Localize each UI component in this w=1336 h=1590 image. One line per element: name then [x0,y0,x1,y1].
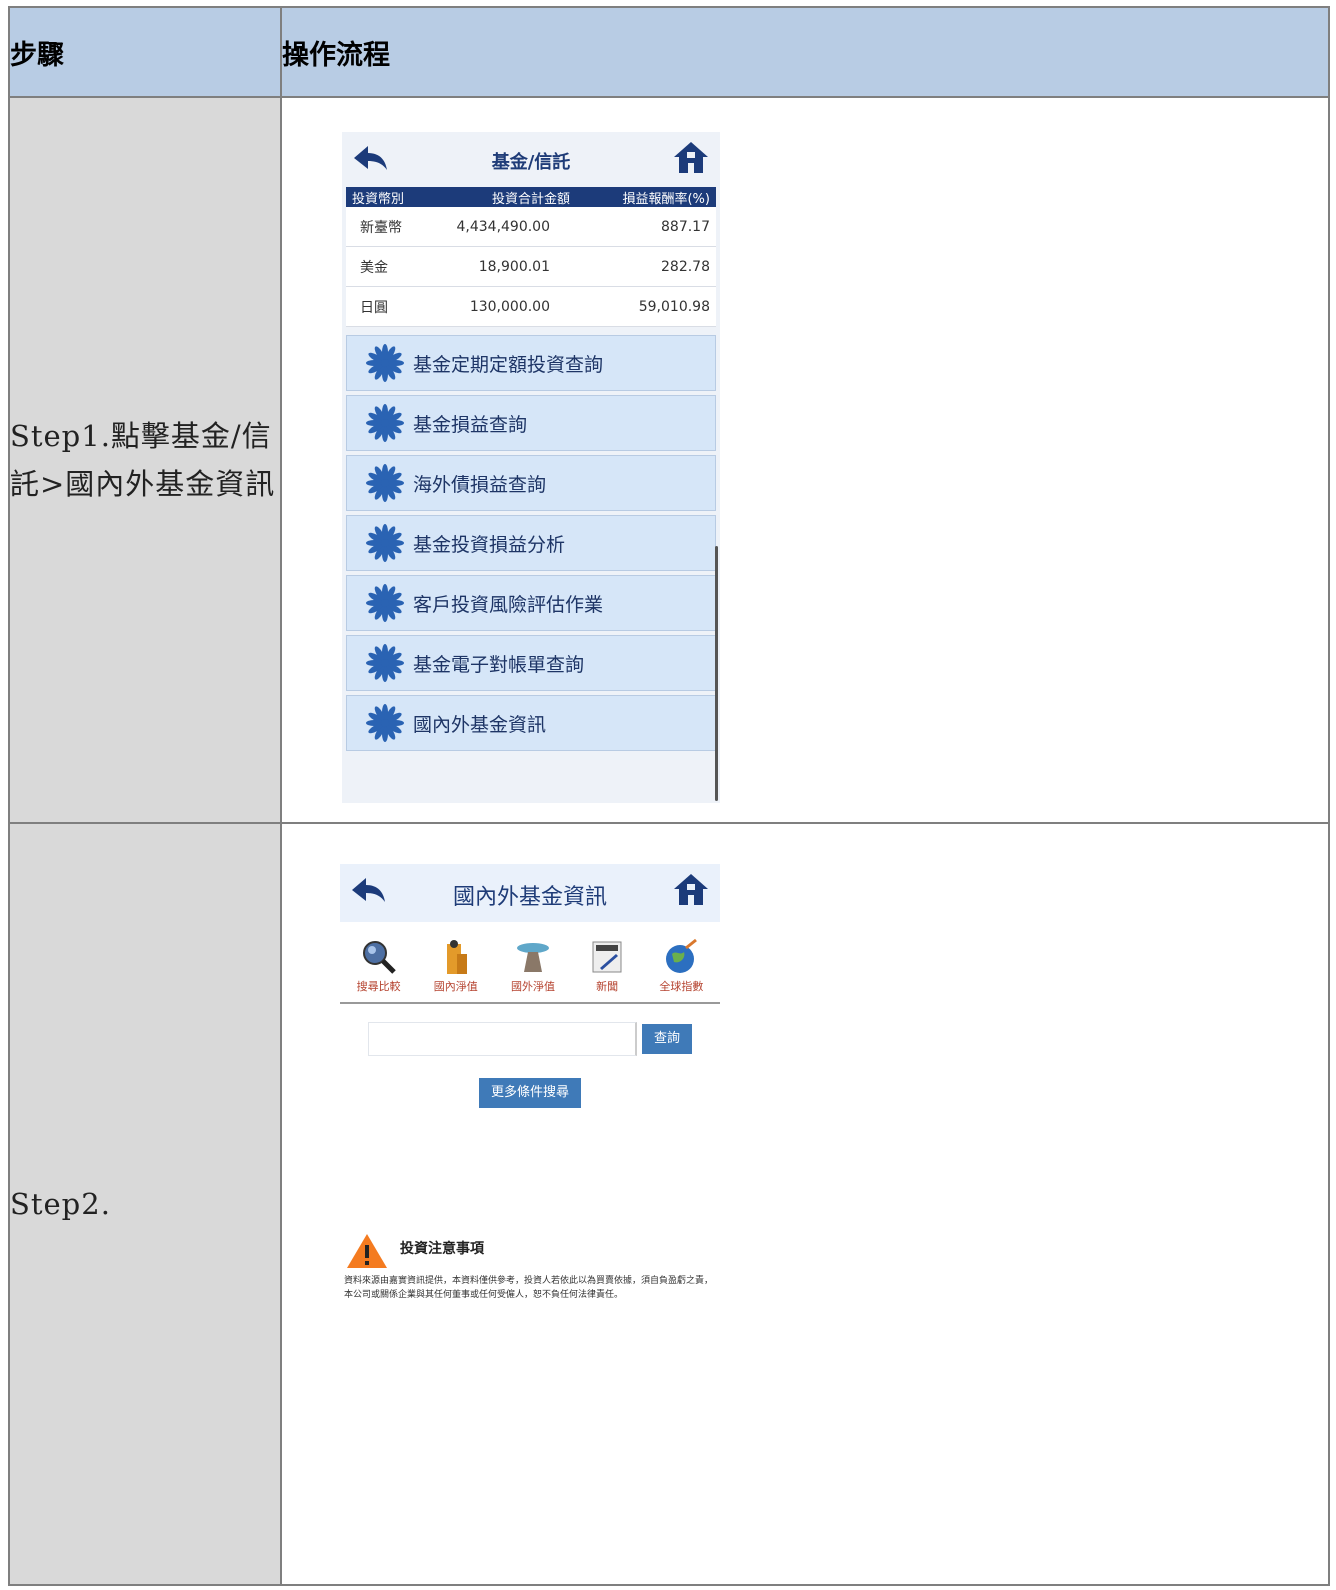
tab-label: 國外淨值 [510,980,555,993]
bank-logo-icon [366,644,404,682]
menu-item[interactable]: 基金電子對帳單查詢 [346,635,716,691]
screen-topbar: 基金/信託 [342,132,720,187]
step1-content: 基金/信託 投資幣別 投資合計金額 損益報酬率(%) 新臺幣 4,434,490… [280,96,1330,824]
tab-label: 全球指數 [659,980,704,993]
tab-news[interactable]: 新聞 [588,938,626,994]
step2-row: Step2. 國內外基金資訊 搜尋比較 國內淨值 國外淨值 新聞 全球指數 查詢… [8,822,1330,1586]
col-return: 損益報酬率(%) [622,191,710,207]
col-amount: 投資合計金額 [491,191,570,207]
header-flow: 操作流程 [280,6,1330,98]
globe-icon [666,938,698,973]
cell-currency: 美金 [360,259,388,276]
home-icon[interactable] [672,872,710,908]
cell-currency: 新臺幣 [360,219,402,236]
step1-label: Step1.點擊基金/信託>國內外基金資訊 [8,96,282,824]
query-button[interactable]: 查詢 [642,1024,692,1054]
menu-item-label: 基金損益查詢 [413,413,528,436]
bank-logo-icon [366,524,404,562]
building-icon [446,940,467,974]
tab-search-compare[interactable]: 搜尋比較 [357,938,401,994]
magnifier-icon [362,941,396,974]
cell-amount: 18,900.01 [478,258,550,275]
menu-item[interactable]: 海外債損益查詢 [346,455,716,511]
cell-amount: 130,000.00 [469,298,550,315]
warning-icon [347,1234,387,1268]
table-row: 日圓 130,000.00 59,010.98 [346,287,716,327]
table-row: 新臺幣 4,434,490.00 887.17 [346,207,716,247]
step1-row: Step1.點擊基金/信託>國內外基金資訊 基金/信託 投資幣別 投資合計金額 … [8,96,1330,824]
menu-item-label: 國內外基金資訊 [413,713,547,736]
tab-foreign-nav[interactable]: 國外淨值 [511,938,555,994]
tab-domestic-nav[interactable]: 國內淨值 [434,938,478,994]
menu-item[interactable]: 基金定期定額投資查詢 [346,335,716,391]
tab-label: 新聞 [596,980,619,993]
menu-item-label: 客戶投資風險評估作業 [413,593,604,616]
more-conditions-button[interactable]: 更多條件搜尋 [479,1078,581,1108]
menu-item-label: 海外債損益查詢 [413,473,547,496]
notice-title: 投資注意事項 [400,1241,484,1257]
function-tabs: 搜尋比較 國內淨值 國外淨值 新聞 全球指數 [340,922,720,1004]
newspaper-icon [592,941,622,973]
menu-item[interactable]: 客戶投資風險評估作業 [346,575,716,631]
bank-logo-icon [366,584,404,622]
header-step: 步驟 [8,6,282,98]
col-currency: 投資幣別 [352,191,405,207]
menu-item-label: 基金電子對帳單查詢 [413,653,585,676]
bank-logo-icon [366,704,404,742]
menu-item[interactable]: 國內外基金資訊 [346,695,716,751]
screen-topbar: 國內外基金資訊 [340,864,720,922]
cell-amount: 4,434,490.00 [456,218,550,235]
tab-label: 搜尋比較 [356,980,401,993]
notice-text: 資料來源由嘉實資訊提供，本資料僅供參考，投資人若依此以為買賣依據，須自負盈虧之責… [344,1276,714,1300]
header-row: 步驟 操作流程 [8,6,1330,98]
cell-return: 887.17 [661,218,710,235]
fund-trust-screenshot: 基金/信託 投資幣別 投資合計金額 損益報酬率(%) 新臺幣 4,434,490… [342,132,720,803]
menu-item-label: 基金投資損益分析 [413,533,566,556]
fund-info-screenshot: 國內外基金資訊 搜尋比較 國內淨值 國外淨值 新聞 全球指數 查詢 更多條件搜尋… [340,864,720,1334]
bank-logo-icon [366,404,404,442]
search-area: 查詢 [340,1004,720,1084]
summary-table-header: 投資幣別 投資合計金額 損益報酬率(%) [346,187,716,207]
menu-item[interactable]: 基金投資損益分析 [346,515,716,571]
tab-label: 國內淨值 [433,980,478,993]
world-map-icon [516,943,549,972]
tab-global-index[interactable]: 全球指數 [659,938,703,994]
cell-return: 59,010.98 [638,298,710,315]
bank-logo-icon [366,344,404,382]
bank-logo-icon [366,464,404,502]
procedure-table: 步驟 操作流程 Step1.點擊基金/信託>國內外基金資訊 基金/信託 投資幣別… [8,6,1330,1586]
menu-item[interactable]: 基金損益查詢 [346,395,716,451]
cell-currency: 日圓 [360,299,388,316]
home-icon[interactable] [672,140,710,176]
screen-title: 國內外基金資訊 [452,885,607,910]
screen-title: 基金/信託 [491,152,571,173]
cell-return: 282.78 [661,258,710,275]
fund-search-input[interactable] [368,1022,637,1056]
step2-content: 國內外基金資訊 搜尋比較 國內淨值 國外淨值 新聞 全球指數 查詢 更多條件搜尋… [280,822,1330,1586]
step2-label: Step2. [8,822,282,1586]
scrollbar[interactable] [715,546,718,801]
table-row: 美金 18,900.01 282.78 [346,247,716,287]
fund-menu: 基金定期定額投資查詢 基金損益查詢 海外債損益查詢 基金投資損益分析客戶投資風險評估作… [342,335,720,751]
menu-item-label: 基金定期定額投資查詢 [413,353,604,376]
